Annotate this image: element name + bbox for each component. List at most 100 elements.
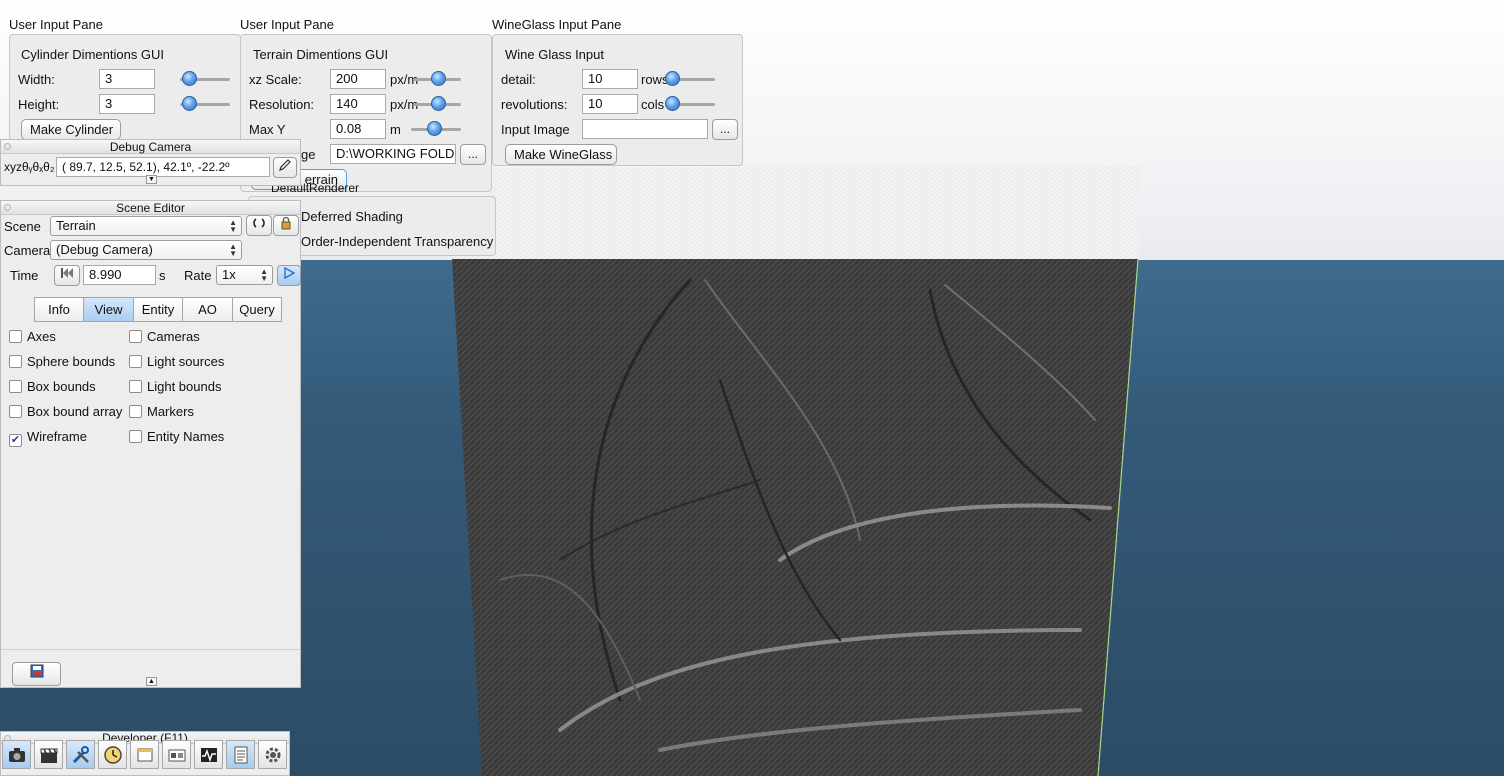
terrain-image-path-input[interactable]: D:\WORKING FOLD <box>330 144 456 164</box>
scene-icon <box>168 749 185 761</box>
revolutions-input[interactable]: 10 <box>582 94 638 114</box>
max-y-input[interactable]: 0.08 <box>330 119 386 139</box>
lock-scene-button[interactable] <box>273 215 299 236</box>
log-tool-button[interactable] <box>226 740 255 769</box>
light-bounds-label: Light bounds <box>147 379 222 394</box>
log-icon <box>234 746 247 763</box>
detail-slider[interactable] <box>665 71 715 87</box>
light-sources-label: Light sources <box>147 354 225 369</box>
max-y-slider[interactable] <box>411 121 461 137</box>
xz-scale-slider[interactable] <box>413 71 461 87</box>
tools-button[interactable] <box>66 740 95 769</box>
chevron-up-icon[interactable]: ▲ <box>146 677 157 686</box>
camera-coords-input[interactable]: ( 89.7, 12.5, 52.1), 42.1º, -22.2º <box>56 157 270 177</box>
profiler-tool-button[interactable] <box>194 740 223 769</box>
clock-tool-button[interactable] <box>98 740 127 769</box>
wineglass-input-group: Wine Glass Input detail: 10 rows revolut… <box>492 34 743 166</box>
wireframe-checkbox[interactable]: ✔ Wireframe <box>9 430 87 447</box>
make-cylinder-button[interactable]: Make Cylinder <box>21 119 121 140</box>
image-label: ge <box>301 147 316 162</box>
tab-query[interactable]: Query <box>232 297 282 322</box>
select-arrows-icon: ▲ ▼ <box>229 242 237 258</box>
markers-checkbox[interactable]: Markers <box>129 405 194 419</box>
debug-camera-close-dot[interactable] <box>4 143 11 150</box>
box-bound-array-checkbox[interactable]: Box bound array <box>9 405 122 419</box>
play-icon <box>284 266 296 280</box>
wireframe-label: Wireframe <box>27 429 87 444</box>
tab-view[interactable]: View <box>83 297 134 322</box>
max-y-unit: m <box>390 122 401 137</box>
input-image-field[interactable] <box>582 119 708 139</box>
scene-editor-tabs: Info View Entity AO Query <box>34 297 282 322</box>
terrain-pane-caption: User Input Pane <box>240 17 334 32</box>
max-y-label: Max Y <box>249 122 286 137</box>
rate-select[interactable]: 1x ▲ ▼ <box>216 265 273 285</box>
time-unit: s <box>159 268 166 283</box>
debug-camera-title-bar[interactable]: Debug Camera <box>1 140 300 154</box>
height-slider[interactable] <box>180 96 230 112</box>
cylinder-pane-caption: User Input Pane <box>9 17 103 32</box>
box-bounds-label: Box bounds <box>27 379 96 394</box>
scene-editor-close-dot[interactable] <box>4 204 11 211</box>
height-input[interactable]: 3 <box>99 94 155 114</box>
xz-scale-input[interactable]: 200 <box>330 69 386 89</box>
camera-select[interactable]: (Debug Camera) ▲ ▼ <box>50 240 242 260</box>
camera-coords-prefix: xyzθᵧθₓθ₂ <box>4 160 55 174</box>
revolutions-slider[interactable] <box>665 96 715 112</box>
rate-select-value: 1x <box>222 267 236 282</box>
scene-tool-button[interactable] <box>162 740 191 769</box>
play-button[interactable] <box>277 265 301 286</box>
camera-select-value: (Debug Camera) <box>56 242 153 257</box>
reload-icon <box>253 218 265 228</box>
checkmark-icon: ✔ <box>9 434 22 447</box>
window-tool-button[interactable] <box>130 740 159 769</box>
wineglass-browse-button[interactable]: ... <box>712 119 738 140</box>
settings-tool-button[interactable] <box>258 740 287 769</box>
scene-select[interactable]: Terrain ▲ ▼ <box>50 216 242 236</box>
axes-checkbox[interactable]: Axes <box>9 330 56 344</box>
scene-label: Scene <box>4 219 41 234</box>
reload-scene-button[interactable] <box>246 215 272 236</box>
rewind-button[interactable] <box>54 265 80 286</box>
window-icon <box>137 748 152 761</box>
chevron-down-icon[interactable]: ▼ <box>146 175 157 184</box>
debug-camera-window: Debug Camera xyzθᵧθₓθ₂ ( 89.7, 12.5, 52.… <box>0 139 301 186</box>
checkbox-box <box>9 355 22 368</box>
resolution-slider[interactable] <box>413 96 461 112</box>
checkbox-box <box>129 430 142 443</box>
save-icon <box>30 664 43 678</box>
tab-entity[interactable]: Entity <box>133 297 183 322</box>
light-sources-checkbox[interactable]: Light sources <box>129 355 224 369</box>
terrain-group-title: Terrain Dimentions GUI <box>253 47 389 62</box>
lock-icon <box>281 216 291 230</box>
tab-ao[interactable]: AO <box>182 297 233 322</box>
width-label: Width: <box>18 72 55 87</box>
make-wineglass-button[interactable]: Make WineGlass <box>505 144 617 165</box>
film-tool-button[interactable] <box>34 740 63 769</box>
tab-info[interactable]: Info <box>34 297 84 322</box>
select-arrows-icon: ▲ ▼ <box>229 218 237 234</box>
camera-copy-button[interactable] <box>273 157 297 178</box>
cameras-checkbox[interactable]: Cameras <box>129 330 200 344</box>
wineglass-group-title: Wine Glass Input <box>505 47 604 62</box>
oit-checkbox[interactable]: Order-Independent Transparency <box>301 235 493 249</box>
camera-tool-button[interactable] <box>2 740 31 769</box>
checkbox-box <box>9 380 22 393</box>
scene-select-value: Terrain <box>56 218 96 233</box>
light-bounds-checkbox[interactable]: Light bounds <box>129 380 221 394</box>
sphere-bounds-checkbox[interactable]: Sphere bounds <box>9 355 115 369</box>
scene-editor-title-bar[interactable]: Scene Editor <box>1 201 300 215</box>
box-bounds-checkbox[interactable]: Box bounds <box>9 380 96 394</box>
checkbox-box <box>129 380 142 393</box>
width-slider[interactable] <box>180 71 230 87</box>
resolution-input[interactable]: 140 <box>330 94 386 114</box>
camera-icon <box>8 747 25 762</box>
developer-toolbar: Developer (F11) <box>0 731 290 776</box>
entity-names-checkbox[interactable]: Entity Names <box>129 430 224 444</box>
time-input[interactable]: 8.990 <box>83 265 156 285</box>
width-input[interactable]: 3 <box>99 69 155 89</box>
detail-input[interactable]: 10 <box>582 69 638 89</box>
save-scene-button[interactable] <box>12 662 61 686</box>
deferred-shading-checkbox[interactable]: Deferred Shading <box>301 210 403 224</box>
terrain-browse-button[interactable]: ... <box>460 144 486 165</box>
